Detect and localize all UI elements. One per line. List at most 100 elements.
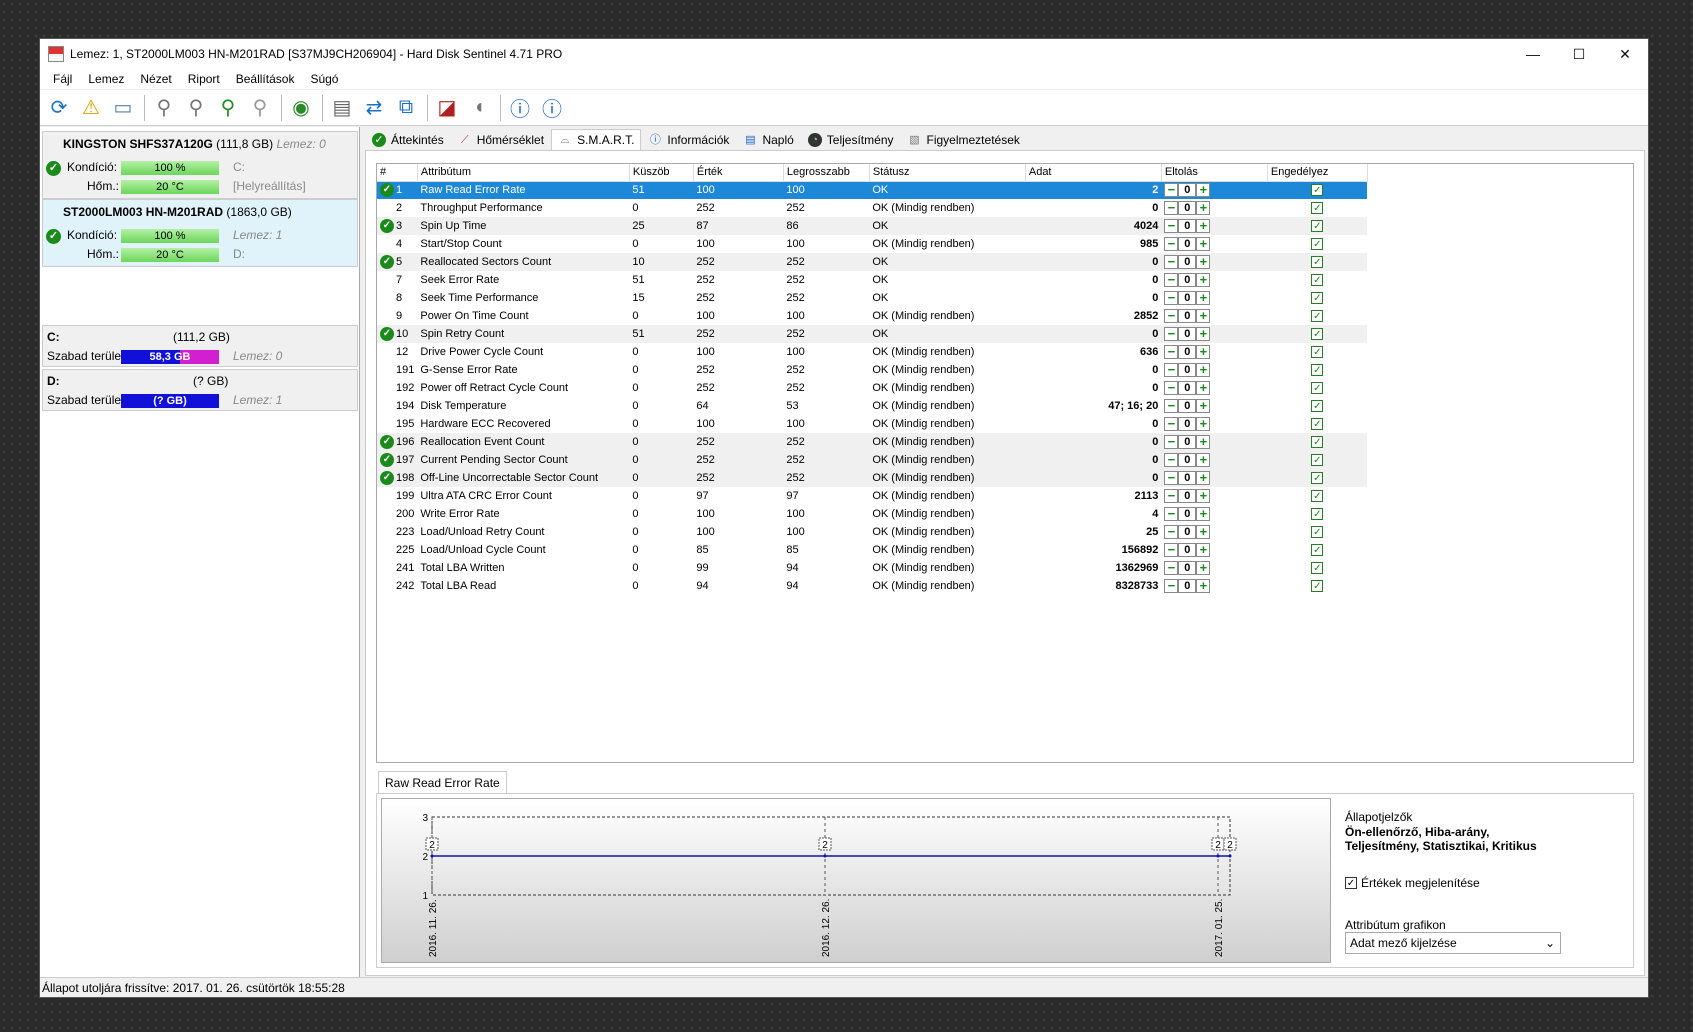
- decrease-offset-button[interactable]: −: [1164, 237, 1179, 251]
- decrease-offset-button[interactable]: −: [1164, 417, 1179, 431]
- menu-view[interactable]: Nézet: [132, 72, 179, 86]
- table-row[interactable]: 4 Start/Stop Count 0 100 100 OK (Mindig rendb…: [377, 235, 1367, 253]
- decrease-offset-button[interactable]: −: [1164, 525, 1179, 539]
- decrease-offset-button[interactable]: −: [1164, 399, 1179, 413]
- decrease-offset-button[interactable]: −: [1164, 327, 1179, 341]
- increase-offset-button[interactable]: +: [1196, 489, 1211, 503]
- test-icon[interactable]: ◪: [432, 93, 462, 123]
- decrease-offset-button[interactable]: −: [1164, 273, 1179, 287]
- table-row[interactable]: 241 Total LBA Written 0 99 94 OK (Mindig rend…: [377, 559, 1367, 577]
- decrease-offset-button[interactable]: −: [1164, 201, 1179, 215]
- chart-tab[interactable]: Raw Read Error Rate: [378, 771, 507, 793]
- enable-checkbox[interactable]: ✓: [1311, 562, 1324, 575]
- table-row[interactable]: 223 Load/Unload Retry Count 0 100 100 OK (Min…: [377, 523, 1367, 541]
- col-header-attribute[interactable]: Attribútum: [417, 164, 630, 182]
- offset-value[interactable]: 0: [1178, 345, 1197, 359]
- table-row[interactable]: 191 G-Sense Error Rate 0 252 252 OK (Mindig r…: [377, 361, 1367, 379]
- decrease-offset-button[interactable]: −: [1164, 435, 1179, 449]
- offset-value[interactable]: 0: [1178, 183, 1197, 198]
- info-icon[interactable]: ⓘ: [537, 93, 567, 123]
- col-header-status[interactable]: Státusz: [869, 164, 1026, 182]
- increase-offset-button[interactable]: +: [1196, 237, 1211, 251]
- table-row[interactable]: 242 Total LBA Read 0 94 94 OK (Mindig rendben…: [377, 577, 1367, 595]
- decrease-offset-button[interactable]: −: [1164, 255, 1179, 269]
- increase-offset-button[interactable]: +: [1196, 183, 1211, 198]
- decrease-offset-button[interactable]: −: [1164, 489, 1179, 503]
- tab-log[interactable]: ▤ Napló: [736, 129, 800, 151]
- table-row[interactable]: 194 Disk Temperature 0 64 53 OK (Mindig rendb…: [377, 397, 1367, 415]
- volume-card-c[interactable]: C: (111,2 GB) Szabad terület 58,3 GB Lem…: [42, 325, 358, 367]
- enable-checkbox[interactable]: ✓: [1311, 418, 1324, 431]
- col-header-data[interactable]: Adat: [1025, 164, 1162, 182]
- network-icon[interactable]: ⧉: [391, 93, 421, 123]
- offset-value[interactable]: 0: [1178, 399, 1197, 413]
- tab-alerts[interactable]: ▧ Figyelmeztetések: [901, 129, 1027, 151]
- table-row[interactable]: 200 Write Error Rate 0 100 100 OK (Mindig ren…: [377, 505, 1367, 523]
- tab-information[interactable]: ⓘ Információk: [641, 129, 736, 151]
- increase-offset-button[interactable]: +: [1196, 561, 1211, 575]
- globe-icon[interactable]: ◉: [286, 93, 316, 123]
- offset-value[interactable]: 0: [1178, 525, 1197, 539]
- increase-offset-button[interactable]: +: [1196, 327, 1211, 341]
- offset-value[interactable]: 0: [1178, 471, 1197, 485]
- offset-value[interactable]: 0: [1178, 273, 1197, 287]
- table-row[interactable]: 9 Power On Time Count 0 100 100 OK (Mindig re…: [377, 307, 1367, 325]
- tab-smart[interactable]: ⌓ S.M.A.R.T.: [551, 129, 642, 151]
- offset-value[interactable]: 0: [1178, 435, 1197, 449]
- table-row[interactable]: ✓ 1 Raw Read Error Rate 51 100 100 OK 2−0 + ✓: [377, 181, 1368, 199]
- close-button[interactable]: ✕: [1602, 39, 1648, 69]
- increase-offset-button[interactable]: +: [1196, 381, 1211, 395]
- help-icon[interactable]: ⓘ: [505, 93, 535, 123]
- satellite-off-icon[interactable]: ⚲: [245, 93, 275, 123]
- menu-file[interactable]: Fájl: [45, 72, 80, 86]
- col-header-offset[interactable]: Eltolás: [1161, 164, 1268, 182]
- disk-icon[interactable]: ▭: [108, 93, 138, 123]
- enable-checkbox[interactable]: ✓: [1311, 472, 1324, 485]
- decrease-offset-button[interactable]: −: [1164, 363, 1179, 377]
- decrease-offset-button[interactable]: −: [1164, 543, 1179, 557]
- tab-temperature[interactable]: ⟋ Hőmérséklet: [451, 129, 551, 151]
- decrease-offset-button[interactable]: −: [1164, 453, 1179, 467]
- table-row[interactable]: 7 Seek Error Rate 51 252 252 OK 0−0 + ✓: [377, 271, 1367, 289]
- table-row[interactable]: 192 Power off Retract Cycle Count 0 252 252 O…: [377, 379, 1367, 397]
- table-row[interactable]: ✓ 5 Reallocated Sectors Count 10 252 252 OK 0−0…: [377, 253, 1368, 271]
- enable-checkbox[interactable]: ✓: [1311, 544, 1324, 557]
- enable-checkbox[interactable]: ✓: [1311, 580, 1324, 593]
- menu-help[interactable]: Súgó: [302, 72, 346, 86]
- show-values-checkbox[interactable]: ✓: [1345, 877, 1357, 889]
- offset-value[interactable]: 0: [1178, 579, 1197, 593]
- increase-offset-button[interactable]: +: [1196, 219, 1211, 233]
- increase-offset-button[interactable]: +: [1196, 399, 1211, 413]
- sync-icon[interactable]: ⇄: [359, 93, 389, 123]
- minimize-button[interactable]: —: [1510, 39, 1556, 69]
- offset-value[interactable]: 0: [1178, 543, 1197, 557]
- table-row[interactable]: 12 Drive Power Cycle Count 0 100 100 OK (Mind…: [377, 343, 1367, 361]
- increase-offset-button[interactable]: +: [1196, 579, 1211, 593]
- tab-performance[interactable]: ◔ Teljesítmény: [801, 129, 901, 151]
- offset-value[interactable]: 0: [1178, 237, 1197, 251]
- satellite-icon[interactable]: ⚲: [149, 93, 179, 123]
- col-header-threshold[interactable]: Küszöb: [629, 164, 694, 182]
- offset-value[interactable]: 0: [1178, 417, 1197, 431]
- offset-value[interactable]: 0: [1178, 291, 1197, 305]
- warning-icon[interactable]: ⚠: [76, 93, 106, 123]
- offset-value[interactable]: 0: [1178, 327, 1197, 341]
- offset-value[interactable]: 0: [1178, 561, 1197, 575]
- table-row[interactable]: ✓ 197 Current Pending Sector Count 0 252 252 O…: [377, 451, 1368, 469]
- offset-value[interactable]: 0: [1178, 201, 1197, 215]
- enable-checkbox[interactable]: ✓: [1311, 220, 1324, 233]
- increase-offset-button[interactable]: +: [1196, 273, 1211, 287]
- decrease-offset-button[interactable]: −: [1164, 507, 1179, 521]
- enable-checkbox[interactable]: ✓: [1311, 310, 1324, 323]
- offset-value[interactable]: 0: [1178, 489, 1197, 503]
- enable-checkbox[interactable]: ✓: [1311, 292, 1324, 305]
- menu-disk[interactable]: Lemez: [80, 72, 132, 86]
- offset-value[interactable]: 0: [1178, 363, 1197, 377]
- enable-checkbox[interactable]: ✓: [1311, 508, 1324, 521]
- show-values-option[interactable]: ✓ Értékek megjelenítése: [1345, 876, 1480, 890]
- enable-checkbox[interactable]: ✓: [1311, 436, 1324, 449]
- offset-value[interactable]: 0: [1178, 255, 1197, 269]
- decrease-offset-button[interactable]: −: [1164, 381, 1179, 395]
- enable-checkbox[interactable]: ✓: [1311, 400, 1324, 413]
- enable-checkbox[interactable]: ✓: [1311, 364, 1324, 377]
